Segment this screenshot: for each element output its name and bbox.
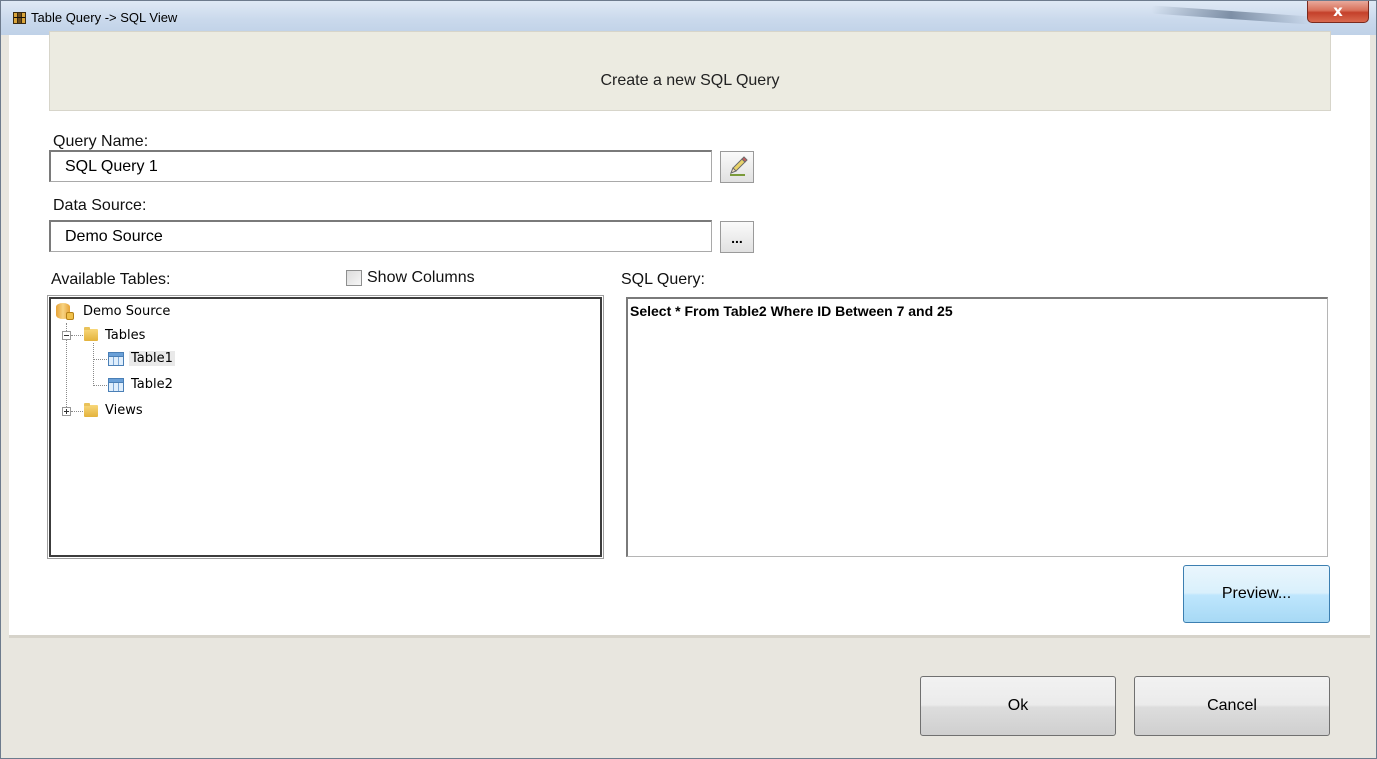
tree-node-tables[interactable]: Tables <box>105 328 145 343</box>
dialog-window: Table Query -> SQL View x Create a new S… <box>0 0 1377 759</box>
tree-node-table1[interactable]: Table1 <box>129 351 175 366</box>
query-name-field[interactable]: SQL Query 1 <box>49 150 712 182</box>
table-app-icon <box>13 12 26 24</box>
folder-icon <box>84 327 98 341</box>
titlebar-reflection <box>1150 5 1312 25</box>
available-tables-label: Available Tables: <box>51 271 171 288</box>
table-icon <box>108 352 124 366</box>
data-source-label: Data Source: <box>53 197 147 214</box>
pencil-icon <box>730 156 748 176</box>
preview-button[interactable]: Preview... <box>1183 565 1330 623</box>
tree-connector <box>93 359 107 360</box>
tree-connector <box>93 385 107 386</box>
collapse-toggle[interactable] <box>62 331 71 340</box>
title-bar[interactable]: Table Query -> SQL View x <box>1 1 1376 35</box>
database-icon <box>56 303 74 320</box>
tree-node-root[interactable]: Demo Source <box>83 304 170 319</box>
show-columns-label[interactable]: Show Columns <box>367 269 475 287</box>
available-tables-tree[interactable]: Demo Source Tables Table1 Table2 Views <box>47 295 604 559</box>
expand-toggle[interactable] <box>62 407 71 416</box>
window-title: Table Query -> SQL View <box>31 10 178 25</box>
ok-button[interactable]: Ok <box>920 676 1116 736</box>
footer-bar: Ok Cancel <box>9 635 1370 752</box>
edit-query-name-button[interactable] <box>720 151 754 183</box>
browse-data-source-button[interactable]: ... <box>720 221 754 253</box>
show-columns-checkbox[interactable] <box>346 270 362 286</box>
data-source-field[interactable]: Demo Source <box>49 220 712 252</box>
close-icon: x <box>1333 2 1343 20</box>
sql-query-editor[interactable]: Select * From Table2 Where ID Between 7 … <box>626 297 1328 557</box>
ellipsis-icon: ... <box>731 230 743 246</box>
close-button[interactable]: x <box>1307 1 1369 23</box>
tree-node-table2[interactable]: Table2 <box>131 377 173 392</box>
data-source-value: Demo Source <box>65 228 163 245</box>
query-name-value: SQL Query 1 <box>65 158 158 175</box>
tree-connector <box>71 335 83 336</box>
sql-query-label: SQL Query: <box>621 271 705 288</box>
table-icon <box>108 378 124 392</box>
client-area: Create a new SQL Query Query Name: SQL Q… <box>9 31 1370 635</box>
header-banner: Create a new SQL Query <box>49 31 1331 111</box>
query-name-label: Query Name: <box>53 133 149 150</box>
sql-query-text: Select * From Table2 Where ID Between 7 … <box>630 303 953 319</box>
tree-node-views[interactable]: Views <box>105 403 143 418</box>
header-title: Create a new SQL Query <box>600 72 780 89</box>
tree-connector <box>93 343 94 386</box>
cancel-button[interactable]: Cancel <box>1134 676 1330 736</box>
folder-icon <box>84 403 98 417</box>
tree-connector <box>71 411 83 412</box>
